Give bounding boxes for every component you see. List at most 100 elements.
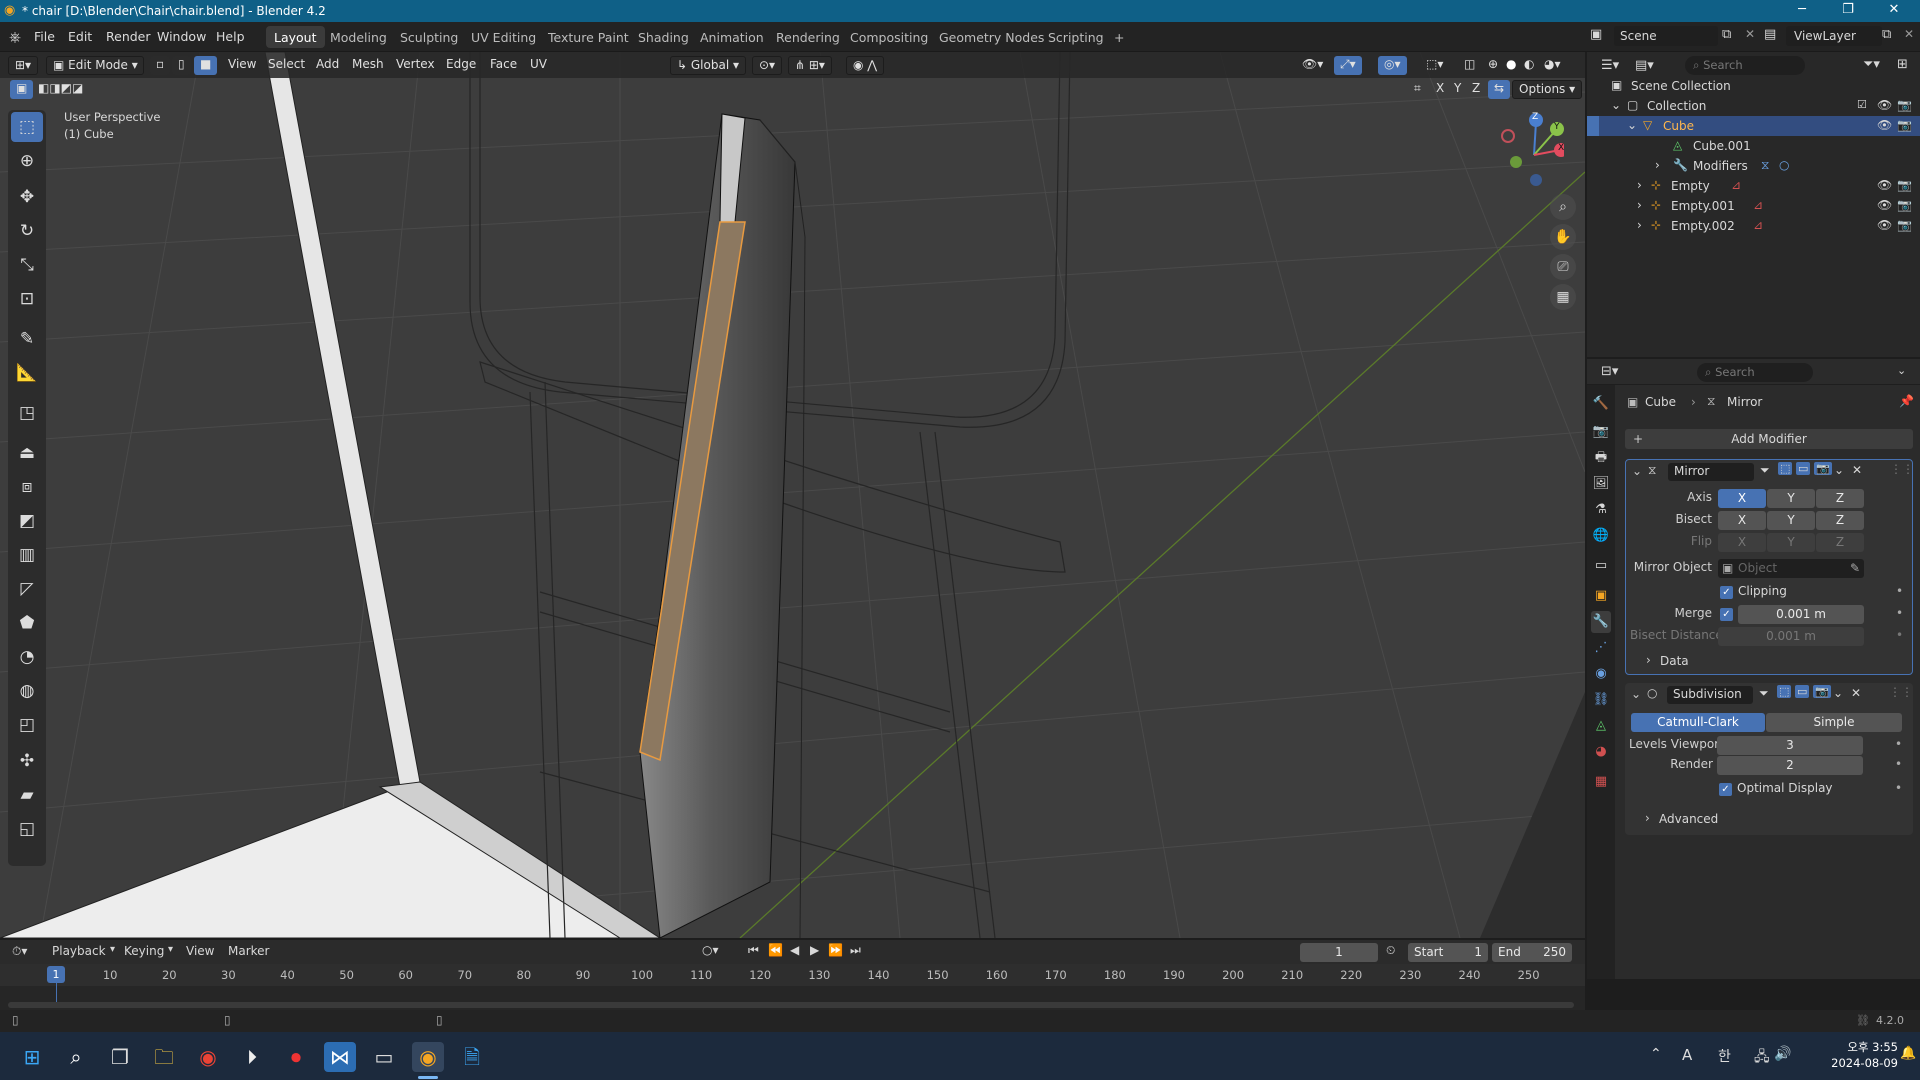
mirror-object-field[interactable]: ▣ Object ✎ xyxy=(1718,559,1864,578)
notepad-icon[interactable]: 🗎 xyxy=(456,1042,488,1072)
outliner-row-empty-002[interactable]: › ⊹ Empty.002 ⊿ 👁 📷 xyxy=(1587,216,1920,236)
move-tool-icon[interactable]: ✥ xyxy=(11,182,43,212)
menu-timeline-view[interactable]: View xyxy=(186,944,214,958)
snap-icon[interactable]: ⋔ ⊞▾ xyxy=(788,56,832,75)
spin-tool-icon[interactable]: ◔ xyxy=(11,642,43,672)
bisect-z-toggle[interactable]: Z xyxy=(1816,511,1864,530)
auto-merge-icon[interactable]: ⇆ xyxy=(1488,80,1511,99)
mirror-drag-handle-icon[interactable]: ⋮⋮ xyxy=(1890,462,1914,476)
jump-prev-keyframe-icon[interactable]: ⏪ xyxy=(768,943,783,957)
pin-icon[interactable]: 📌 xyxy=(1899,394,1914,408)
pivot-point-icon[interactable]: ⊙▾ xyxy=(752,56,783,75)
merge-checkbox[interactable]: ✓ xyxy=(1720,608,1733,621)
world-tab-icon[interactable]: 🌐 xyxy=(1591,525,1611,547)
select-box-icon[interactable]: ▣ xyxy=(10,80,34,99)
preview-range-icon[interactable]: ⏲ xyxy=(1386,943,1395,958)
collection-tab-icon[interactable]: ▭ xyxy=(1591,555,1611,577)
simple-toggle[interactable]: Simple xyxy=(1766,713,1902,732)
inset-tool-icon[interactable]: ⧈ xyxy=(11,472,43,502)
rendered-shading-icon[interactable]: ◕▾ xyxy=(1538,56,1567,75)
menu-mesh[interactable]: Mesh xyxy=(346,56,390,75)
zoom-icon[interactable]: ⌕ xyxy=(1550,194,1576,220)
empty-expand-icon[interactable]: › xyxy=(1637,178,1642,192)
outliner-row-cube-mesh[interactable]: ◬ Cube.001 xyxy=(1587,136,1920,156)
cursor-tool-icon[interactable]: ⊕ xyxy=(11,146,43,176)
mirror-axis-z[interactable]: Z xyxy=(1466,80,1486,99)
file-explorer-icon[interactable]: 🗀 xyxy=(148,1042,180,1072)
visual-studio-icon[interactable]: ⋈ xyxy=(324,1042,356,1072)
keying-dropdown-icon[interactable]: ▾ xyxy=(168,944,173,955)
menu-marker[interactable]: Marker xyxy=(228,944,269,958)
close-icon[interactable]: ✕ xyxy=(1874,2,1914,17)
new-scene-icon[interactable]: ⧉ xyxy=(1722,27,1731,42)
mirror-editmode-icon[interactable]: ⏷ xyxy=(1760,463,1770,478)
minimize-icon[interactable]: ─ xyxy=(1782,2,1822,17)
outliner-row-modifiers[interactable]: › 🔧 Modifiers ⧖ ○ xyxy=(1587,156,1920,176)
select-tool-icon[interactable]: ⬚ xyxy=(11,112,43,142)
outliner-row-empty-001[interactable]: › ⊹ Empty.001 ⊿ 👁 📷 xyxy=(1587,196,1920,216)
tray-chevron-icon[interactable]: ⌃ xyxy=(1650,1046,1662,1062)
mirror-viewport-icon[interactable]: ▭ xyxy=(1796,462,1811,475)
mode-selector[interactable]: ▣ Edit Mode ▾ xyxy=(46,56,144,75)
add-workspace-button[interactable]: + xyxy=(1106,26,1132,48)
render-levels-field[interactable]: 2 xyxy=(1717,756,1863,775)
new-collection-icon[interactable]: ⊞ xyxy=(1897,57,1908,72)
constraints-tab-icon[interactable]: ⛓ xyxy=(1591,689,1611,711)
material-tab-icon[interactable]: ◕ xyxy=(1591,741,1611,763)
empty-001-render-icon[interactable]: 📷 xyxy=(1897,198,1912,212)
cube-visibility-icon[interactable]: 👁 xyxy=(1877,118,1892,132)
menu-add[interactable]: Add xyxy=(310,56,345,75)
tab-shading[interactable]: Shading xyxy=(630,26,697,48)
edge-select-icon[interactable]: ▯ xyxy=(172,56,191,75)
jump-next-keyframe-icon[interactable]: ⏩ xyxy=(828,943,843,957)
properties-search-input[interactable]: ⌕ Search xyxy=(1697,363,1813,382)
levels-viewport-field[interactable]: 3 xyxy=(1717,736,1863,755)
overlay-toggle-icon[interactable]: ◎▾ xyxy=(1378,56,1407,75)
visibility-icon[interactable]: 👁▾ xyxy=(1296,56,1329,75)
modifier-tab-icon[interactable]: 🔧 xyxy=(1591,611,1611,633)
start-frame-field[interactable]: Start 1 xyxy=(1408,943,1488,962)
mirror-axis-y[interactable]: Y xyxy=(1448,80,1467,99)
view-layer-selector[interactable]: ViewLayer xyxy=(1786,26,1882,46)
menu-edge[interactable]: Edge xyxy=(440,56,482,75)
language-indicator[interactable]: 한 xyxy=(1718,1046,1731,1066)
media-player-icon[interactable]: ⏵ xyxy=(236,1042,268,1072)
playhead[interactable]: 1 xyxy=(47,966,65,983)
subdivision-viewport-icon[interactable]: ▭ xyxy=(1795,685,1810,698)
tab-animation[interactable]: Animation xyxy=(692,26,772,48)
axis-z-toggle[interactable]: Z xyxy=(1816,489,1864,508)
mirror-cage-icon[interactable]: ⬚ xyxy=(1778,462,1793,475)
outliner-editor-icon[interactable]: ☰▾ xyxy=(1601,58,1619,73)
extrude-tool-icon[interactable]: ⏏ xyxy=(11,438,43,468)
shear-tool-icon[interactable]: ▰ xyxy=(11,780,43,810)
bisect-x-toggle[interactable]: X xyxy=(1718,511,1766,530)
tab-layout[interactable]: Layout xyxy=(266,26,325,48)
clock-date[interactable]: 2024-08-09 xyxy=(1808,1056,1898,1070)
modifiers-expand-icon[interactable]: › xyxy=(1655,158,1660,172)
tab-uv-editing[interactable]: UV Editing xyxy=(463,26,544,48)
outliner-row-empty[interactable]: › ⊹ Empty ⊿ 👁 📷 xyxy=(1587,176,1920,196)
scene-tab-icon[interactable]: ⚗ xyxy=(1591,499,1611,521)
subdivision-render-icon[interactable]: 📷 xyxy=(1813,685,1831,698)
data-subpanel-label[interactable]: Data xyxy=(1660,654,1689,668)
loop-cut-tool-icon[interactable]: ▥ xyxy=(11,540,43,570)
measure-tool-icon[interactable]: 📐 xyxy=(11,358,43,388)
catmull-clark-toggle[interactable]: Catmull-Clark xyxy=(1631,713,1765,732)
task-view-icon[interactable]: ❐ xyxy=(104,1042,136,1072)
scale-tool-icon[interactable]: ⤡ xyxy=(11,250,43,280)
transform-tool-icon[interactable]: ⊡ xyxy=(11,284,43,314)
flip-x-toggle[interactable]: X xyxy=(1718,533,1766,552)
blender-menu-icon[interactable]: ⎈ xyxy=(9,28,21,46)
camera-view-icon[interactable]: ⎚ xyxy=(1550,254,1576,280)
empty-render-icon[interactable]: 📷 xyxy=(1897,178,1912,192)
chrome-icon[interactable]: ◉ xyxy=(192,1042,224,1072)
menu-face[interactable]: Face xyxy=(484,56,523,75)
tab-compositing[interactable]: Compositing xyxy=(842,26,936,48)
bevel-tool-icon[interactable]: ◩ xyxy=(11,506,43,536)
subdivision-collapse-icon[interactable]: ⌄ xyxy=(1631,687,1641,701)
scene-selector[interactable]: Scene xyxy=(1614,26,1718,46)
bisect-y-toggle[interactable]: Y xyxy=(1767,511,1815,530)
eyedropper-icon[interactable]: ✎ xyxy=(1850,559,1860,578)
tab-scripting[interactable]: Scripting xyxy=(1040,26,1112,48)
menu-window[interactable]: Window xyxy=(157,29,206,44)
